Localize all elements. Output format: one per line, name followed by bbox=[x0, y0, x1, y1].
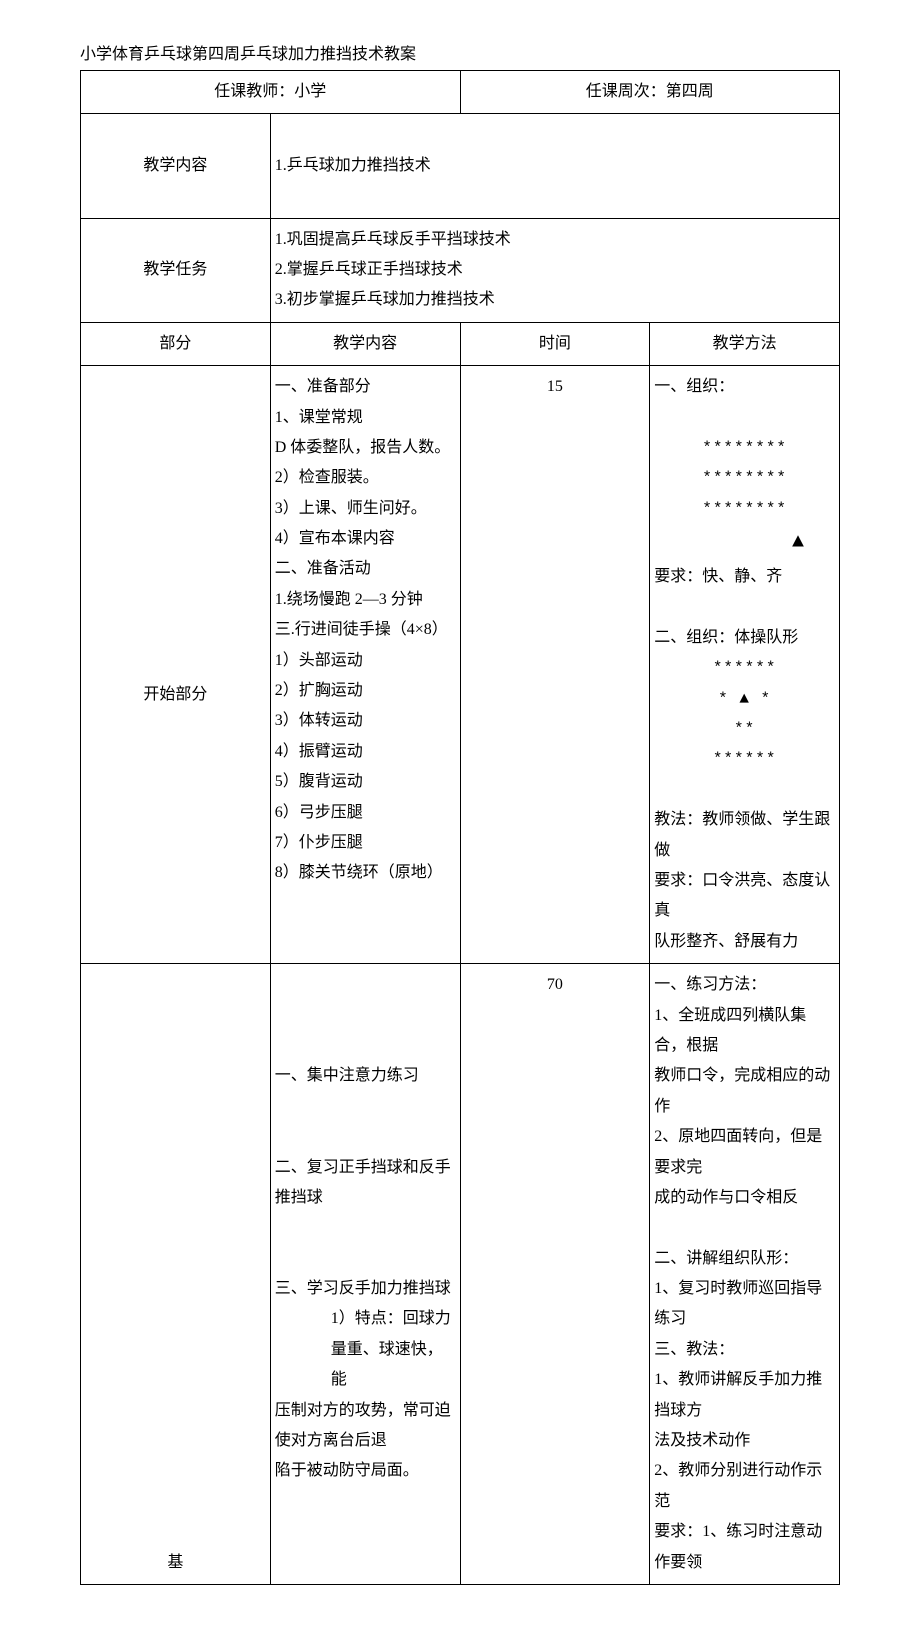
base-section-label: 基 bbox=[81, 964, 271, 1585]
base-section-row: 基 一、集中注意力练习 二、复习正手挡球和反手推挡球 三、学习反手加力推挡球 1… bbox=[81, 964, 840, 1585]
method-line: 队形整齐、舒展有力 bbox=[654, 927, 835, 957]
content-header: 教学内容 bbox=[270, 322, 460, 365]
line: 压制对方的攻势，常可迫使对方离台后退 bbox=[275, 1396, 456, 1457]
start-content-cell: 一、准备部分 1、课堂常规 D 体委整队，报告人数。 2）检查服装。 3）上课、… bbox=[270, 366, 460, 964]
start-method-cell: 一、组织： ******** ******** ******** ▲ 要求：快、… bbox=[650, 366, 840, 964]
week-cell: 任课周次：第四周 bbox=[460, 71, 840, 114]
line: 8）膝关节绕环（原地） bbox=[275, 858, 456, 888]
line: 陷于被动防守局面。 bbox=[275, 1456, 456, 1486]
line: 1）头部运动 bbox=[275, 646, 456, 676]
line: 二、复习正手挡球和反手推挡球 bbox=[275, 1153, 456, 1214]
formation-line: ****** bbox=[654, 744, 835, 774]
line: 1）特点：回球力量重、球速快，能 bbox=[275, 1304, 456, 1395]
formation-line: ** bbox=[654, 714, 835, 744]
formation-line: ****** bbox=[654, 653, 835, 683]
method-line: 1、复习时教师巡回指导练习 bbox=[654, 1274, 835, 1335]
line: 7）仆步压腿 bbox=[275, 828, 456, 858]
method-line: 1、教师讲解反手加力推挡球方 bbox=[654, 1365, 835, 1426]
method-line: 成的动作与口令相反 bbox=[654, 1183, 835, 1213]
time-header: 时间 bbox=[460, 322, 650, 365]
line: 2）扩胸运动 bbox=[275, 676, 456, 706]
method-line: 1、全班成四列横队集合，根据 bbox=[654, 1001, 835, 1062]
header-row: 任课教师：小学 任课周次：第四周 bbox=[81, 71, 840, 114]
teaching-task-label: 教学任务 bbox=[81, 218, 271, 322]
base-method-cell: 一、练习方法： 1、全班成四列横队集合，根据 教师口令，完成相应的动作 2、原地… bbox=[650, 964, 840, 1585]
method-line: 教师口令，完成相应的动作 bbox=[654, 1061, 835, 1122]
line: 4）振臂运动 bbox=[275, 737, 456, 767]
method-line: 要求：快、静、齐 bbox=[654, 562, 835, 592]
line: 三.行进间徒手操（4×8） bbox=[275, 615, 456, 645]
teacher-triangle-icon: ▲ bbox=[654, 524, 835, 562]
method-line: 2、教师分别进行动作示范 bbox=[654, 1456, 835, 1517]
teaching-content-label: 教学内容 bbox=[81, 114, 271, 218]
start-time-cell: 15 bbox=[460, 366, 650, 964]
base-content-cell: 一、集中注意力练习 二、复习正手挡球和反手推挡球 三、学习反手加力推挡球 1）特… bbox=[270, 964, 460, 1585]
method-line: 法及技术动作 bbox=[654, 1426, 835, 1456]
start-section-row: 开始部分 一、准备部分 1、课堂常规 D 体委整队，报告人数。 2）检查服装。 … bbox=[81, 366, 840, 964]
task-line: 1.巩固提高乒乓球反手平挡球技术 bbox=[275, 225, 835, 255]
line: 6）弓步压腿 bbox=[275, 798, 456, 828]
task-line: 3.初步掌握乒乓球加力推挡技术 bbox=[275, 285, 835, 315]
method-line: 要求：口令洪亮、态度认真 bbox=[654, 866, 835, 927]
teaching-content-row: 教学内容 1.乒乓球加力推挡技术 bbox=[81, 114, 840, 218]
method-line: 二、讲解组织队形： bbox=[654, 1244, 835, 1274]
start-section-label: 开始部分 bbox=[81, 366, 271, 964]
line: D 体委整队，报告人数。 bbox=[275, 433, 456, 463]
teaching-content-line: 1.乒乓球加力推挡技术 bbox=[275, 151, 835, 181]
formation-line: ******** bbox=[654, 433, 835, 463]
base-time-cell: 70 bbox=[460, 964, 650, 1585]
line: 3）体转运动 bbox=[275, 706, 456, 736]
teaching-content-cell: 1.乒乓球加力推挡技术 bbox=[270, 114, 839, 218]
teacher-cell: 任课教师：小学 bbox=[81, 71, 461, 114]
line: 一、准备部分 bbox=[275, 372, 456, 402]
part-header: 部分 bbox=[81, 322, 271, 365]
line: 二、准备活动 bbox=[275, 554, 456, 584]
formation-line: ******** bbox=[654, 463, 835, 493]
line: 3）上课、师生问好。 bbox=[275, 494, 456, 524]
column-header-row: 部分 教学内容 时间 教学方法 bbox=[81, 322, 840, 365]
method-line: 三、教法： bbox=[654, 1335, 835, 1365]
line: 三、学习反手加力推挡球 bbox=[275, 1274, 456, 1304]
formation-line: * ▲ * bbox=[654, 684, 835, 714]
teaching-task-cell: 1.巩固提高乒乓球反手平挡球技术 2.掌握乒乓球正手挡球技术 3.初步掌握乒乓球… bbox=[270, 218, 839, 322]
line: 5）腹背运动 bbox=[275, 767, 456, 797]
line: 2）检查服装。 bbox=[275, 463, 456, 493]
method-header: 教学方法 bbox=[650, 322, 840, 365]
method-line: 二、组织：体操队形 bbox=[654, 623, 835, 653]
formation-line: ******** bbox=[654, 494, 835, 524]
method-line: 要求：1、练习时注意动作要领 bbox=[654, 1517, 835, 1578]
document-title: 小学体育乒乓球第四周乒乓球加力推挡技术教案 bbox=[80, 40, 840, 64]
line: 1、课堂常规 bbox=[275, 403, 456, 433]
lesson-plan-table: 任课教师：小学 任课周次：第四周 教学内容 1.乒乓球加力推挡技术 教学任务 1… bbox=[80, 70, 840, 1585]
method-line: 一、组织： bbox=[654, 372, 835, 402]
line: 4）宣布本课内容 bbox=[275, 524, 456, 554]
teaching-task-row: 教学任务 1.巩固提高乒乓球反手平挡球技术 2.掌握乒乓球正手挡球技术 3.初步… bbox=[81, 218, 840, 322]
line: 一、集中注意力练习 bbox=[275, 1061, 456, 1091]
method-line: 一、练习方法： bbox=[654, 970, 835, 1000]
method-line: 2、原地四面转向，但是要求完 bbox=[654, 1122, 835, 1183]
method-line: 教法：教师领做、学生跟做 bbox=[654, 805, 835, 866]
line: 1.绕场慢跑 2—3 分钟 bbox=[275, 585, 456, 615]
task-line: 2.掌握乒乓球正手挡球技术 bbox=[275, 255, 835, 285]
